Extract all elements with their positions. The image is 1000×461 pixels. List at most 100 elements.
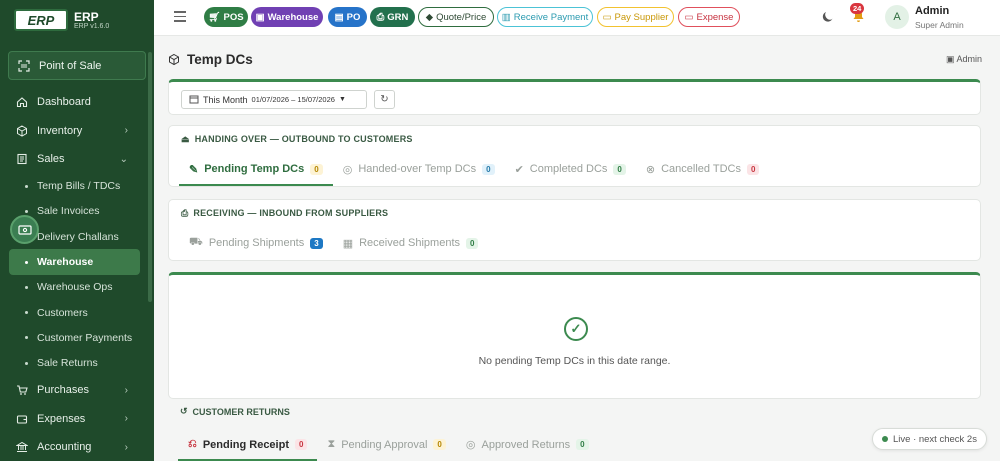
sidebar-subitem-sale-returns[interactable]: Sale Returns bbox=[0, 351, 154, 376]
tab-cancelled-tdcs[interactable]: ⊗ Cancelled TDCs 0 bbox=[636, 152, 770, 186]
section-heading-text: HANDING OVER — OUTBOUND TO CUSTOMERS bbox=[194, 134, 413, 144]
receiving-tabs: ⛟ Pending Shipments 3 ▦ Received Shipmen… bbox=[169, 226, 980, 260]
grn-quick-button[interactable]: ⎙ GRN bbox=[370, 7, 415, 27]
receipt-icon bbox=[16, 153, 28, 165]
chevron-down-icon: ⌄ bbox=[119, 153, 128, 165]
bullet-icon bbox=[25, 311, 28, 315]
avatar[interactable]: A bbox=[885, 5, 909, 29]
receive-payment-quick-button[interactable]: ▥ Receive Payment bbox=[497, 7, 593, 27]
date-range-dropdown[interactable]: This Month 01/07/2026 – 15/07/2026 ▼ bbox=[181, 90, 367, 109]
chevron-right-icon: › bbox=[124, 441, 128, 453]
sidebar-subitem-temp-bills[interactable]: Temp Bills / TDCs bbox=[0, 174, 154, 199]
tab-label: Completed DCs bbox=[529, 163, 608, 175]
quote-price-quick-button[interactable]: ◆ Quote/Price bbox=[418, 7, 494, 27]
tab-label: Handed-over Temp DCs bbox=[358, 163, 477, 175]
tab-handed-over-temp-dcs[interactable]: ◎ Handed-over Temp DCs 0 bbox=[333, 152, 505, 186]
sidebar-item-dashboard[interactable]: Dashboard bbox=[0, 88, 154, 117]
quick-button-label: Warehouse bbox=[267, 11, 319, 23]
tab-pending-receipt[interactable]: ⎌ Pending Receipt 0 bbox=[178, 428, 318, 461]
empty-state-card: ✓ No pending Temp DCs in this date range… bbox=[168, 272, 981, 399]
tab-label: Cancelled TDCs bbox=[661, 163, 741, 175]
sidebar-item-expenses[interactable]: Expenses › bbox=[0, 404, 154, 433]
tab-completed-dcs[interactable]: ✔ Completed DCs 0 bbox=[505, 152, 636, 186]
chevron-right-icon: › bbox=[124, 125, 128, 137]
tab-label: Pending Shipments bbox=[208, 237, 305, 249]
cart-icon bbox=[16, 384, 28, 396]
warehouse-quick-button[interactable]: ▣ Warehouse bbox=[251, 7, 323, 27]
tab-count-badge: 0 bbox=[310, 163, 323, 175]
tab-pending-shipments[interactable]: ⛟ Pending Shipments 3 bbox=[179, 226, 333, 260]
edit-icon: ✎ bbox=[189, 163, 199, 176]
sidebar-subitem-warehouse[interactable]: Warehouse bbox=[9, 249, 140, 275]
sidebar-item-inventory[interactable]: Inventory › bbox=[0, 117, 154, 146]
bullet-icon bbox=[25, 361, 28, 365]
return-box-icon: ⎌ bbox=[188, 438, 197, 450]
pos-quick-button[interactable]: 🛒︎ POS bbox=[204, 7, 248, 27]
receiving-card: ⎙ RECEIVING — INBOUND FROM SUPPLIERS ⛟ P… bbox=[168, 199, 981, 261]
po-quick-button[interactable]: ▤ PO bbox=[328, 7, 367, 27]
expense-quick-button[interactable]: ▭ Expense bbox=[678, 7, 740, 27]
box-icon bbox=[16, 125, 28, 137]
sidebar-item-purchases[interactable]: Purchases › bbox=[0, 376, 154, 405]
truck-icon: ⛟ bbox=[189, 236, 203, 248]
sidebar-item-accounting[interactable]: Accounting › bbox=[0, 433, 154, 461]
cash-register-floating-button[interactable] bbox=[10, 215, 39, 244]
date-filter-card: This Month 01/07/2026 – 15/07/2026 ▼ ↻ bbox=[168, 79, 981, 115]
chevron-right-icon: › bbox=[124, 384, 128, 396]
quick-button-label: GRN bbox=[387, 11, 409, 23]
brand-version: ERP v1.6.0 bbox=[74, 22, 110, 30]
tab-approved-returns[interactable]: ◎ Approved Returns 0 bbox=[456, 428, 599, 461]
date-preset-label: This Month bbox=[203, 94, 248, 105]
sidebar-item-label: Expenses bbox=[37, 412, 86, 425]
bullet-icon bbox=[25, 184, 28, 188]
sidebar-subitem-label: Customers bbox=[37, 306, 88, 319]
wallet-icon: ▭ bbox=[602, 11, 612, 23]
check-circle-icon: ◎ bbox=[465, 439, 476, 451]
bullet-icon bbox=[25, 209, 28, 213]
tab-count-badge: 0 bbox=[482, 163, 495, 175]
brand[interactable]: ERP ERP ERP v1.6.0 bbox=[0, 0, 154, 40]
sidebar-scrollbar[interactable] bbox=[148, 52, 152, 302]
sidebar-subitem-warehouse-ops[interactable]: Warehouse Ops bbox=[0, 275, 154, 300]
barcode-scan-icon bbox=[18, 59, 30, 72]
dark-mode-toggle-icon[interactable] bbox=[822, 10, 835, 26]
live-status-pill[interactable]: Live · next check 2s bbox=[872, 428, 987, 450]
cart-icon: 🛒︎ bbox=[208, 11, 221, 23]
chevron-right-icon: › bbox=[124, 413, 128, 425]
quick-button-label: PO bbox=[346, 11, 361, 23]
sidebar-item-label: Dashboard bbox=[37, 96, 91, 109]
pay-supplier-quick-button[interactable]: ▭ Pay Supplier bbox=[597, 7, 674, 27]
check-circle-icon: ✓ bbox=[564, 317, 588, 341]
tab-count-badge: 0 bbox=[613, 163, 626, 175]
upload-box-icon: ⏏ bbox=[181, 133, 190, 144]
quick-button-label: POS bbox=[223, 11, 244, 23]
bullet-icon bbox=[25, 260, 28, 264]
topbar: 🛒︎ POS ▣ Warehouse ▤ PO ⎙ GRN ◆ Quote/Price ▥… bbox=[154, 0, 1000, 36]
tab-count-badge: 3 bbox=[310, 237, 323, 249]
customer-returns-tabs: ⎌ Pending Receipt 0 ⧗ Pending Approval 0… bbox=[178, 428, 599, 461]
refresh-button[interactable]: ↻ bbox=[374, 90, 395, 109]
money-icon: ▭ bbox=[684, 11, 694, 23]
breadcrumb[interactable]: ▣ Admin bbox=[946, 54, 982, 65]
point-of-sale-button[interactable]: Point of Sale bbox=[8, 51, 146, 80]
tab-pending-approval[interactable]: ⧗ Pending Approval 0 bbox=[317, 428, 455, 461]
inbox-icon: ⎙ bbox=[376, 11, 385, 23]
calendar-icon bbox=[189, 94, 199, 106]
handing-over-card: ⏏ HANDING OVER — OUTBOUND TO CUSTOMERS ✎… bbox=[168, 125, 981, 187]
tab-label: Approved Returns bbox=[481, 438, 571, 451]
tab-pending-temp-dcs[interactable]: ✎ Pending Temp DCs 0 bbox=[179, 152, 333, 186]
sidebar-item-sales[interactable]: Sales ⌄ bbox=[0, 145, 154, 174]
tab-received-shipments[interactable]: ▦ Received Shipments 0 bbox=[333, 226, 489, 260]
inbox-icon: ⎙ bbox=[181, 207, 189, 218]
sidebar-subitem-customer-payments[interactable]: Customer Payments bbox=[0, 325, 154, 350]
tab-label: Received Shipments bbox=[359, 237, 460, 249]
breadcrumb-label: Admin bbox=[956, 54, 982, 64]
menu-toggle-icon[interactable] bbox=[174, 11, 186, 22]
sidebar-subitem-label: Sale Invoices bbox=[37, 205, 100, 218]
tab-count-badge: 0 bbox=[295, 439, 308, 450]
notification-count-badge: 24 bbox=[850, 3, 865, 14]
user-name[interactable]: Admin bbox=[915, 5, 949, 17]
point-of-sale-label: Point of Sale bbox=[39, 59, 102, 72]
user-badge-icon: ▣ bbox=[945, 54, 955, 64]
sidebar-subitem-customers[interactable]: Customers bbox=[0, 300, 154, 325]
